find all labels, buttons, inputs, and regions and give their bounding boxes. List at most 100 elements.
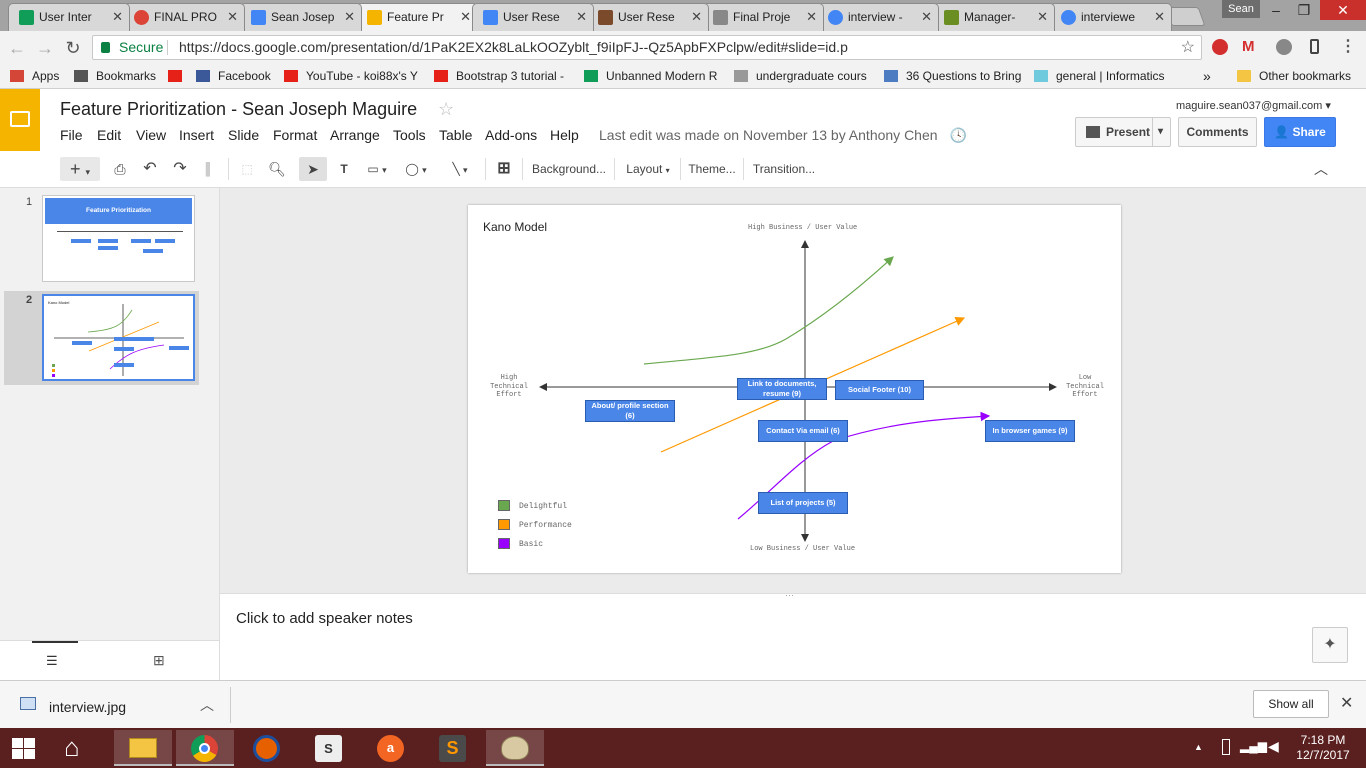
slack-taskbar-icon[interactable]: S	[300, 730, 358, 766]
browser-tab[interactable]: interview - ✕	[817, 3, 939, 31]
extension-icon[interactable]	[1276, 39, 1292, 55]
feature-box-link[interactable]: Link to documents, resume (9)	[737, 378, 827, 400]
theme-button[interactable]: Theme...	[686, 157, 738, 181]
browser-tab[interactable]: Final Proje ✕	[702, 3, 824, 31]
menu-item[interactable]: Add-ons	[485, 127, 537, 143]
browser-tab[interactable]: Sean Josep ✕	[240, 3, 362, 31]
browser-tab[interactable]: Manager- ✕	[933, 3, 1055, 31]
bookmark-item[interactable]: undergraduate cours	[734, 64, 874, 88]
feature-box-browser-games[interactable]: In browser games (9)	[985, 420, 1075, 442]
feature-box-about[interactable]: About/ profile section (6)	[585, 400, 675, 422]
forward-icon[interactable]: →	[34, 37, 56, 59]
close-tab-icon[interactable]: ✕	[227, 4, 238, 30]
clock[interactable]: 7:18 PM 12/7/2017	[1292, 733, 1354, 763]
avast-icon[interactable]: a	[362, 730, 420, 766]
menu-item[interactable]: Slide	[228, 127, 259, 143]
redo-icon[interactable]: ↷	[168, 157, 192, 181]
maximize-icon[interactable]: ❐	[1290, 0, 1318, 20]
close-tab-icon[interactable]: ✕	[112, 4, 123, 30]
bookmark-item[interactable]: Apps	[10, 64, 72, 88]
bookmark-item[interactable]: Bootstrap 3 tutorial -	[434, 64, 574, 88]
download-options-chevron-icon[interactable]: ︿	[200, 695, 214, 715]
bookmark-item[interactable]: Unbanned Modern R	[584, 64, 724, 88]
new-slide-button[interactable]: + ▾	[60, 157, 100, 181]
minimize-icon[interactable]: –	[1262, 0, 1290, 20]
browser-tab[interactable]: Feature Pr ✕	[356, 3, 478, 31]
select-cursor-icon[interactable]: ➤	[299, 157, 327, 181]
volume-icon[interactable]: ◀	[1268, 738, 1279, 755]
browser-tab[interactable]: interviewe ✕	[1050, 3, 1172, 31]
image-icon[interactable]: ▭ ▾	[360, 157, 394, 181]
close-tab-icon[interactable]: ✕	[1037, 4, 1048, 30]
menu-item[interactable]: Edit	[97, 127, 121, 143]
close-tab-icon[interactable]: ✕	[576, 4, 587, 30]
browser-tab[interactable]: User Inter ✕	[8, 3, 130, 31]
transition-button[interactable]: Transition...	[750, 157, 818, 181]
star-icon[interactable]: ☆	[438, 99, 454, 120]
close-tab-icon[interactable]: ✕	[691, 4, 702, 30]
present-dropdown-icon[interactable]: ▾	[1158, 118, 1163, 146]
close-tab-icon[interactable]: ✕	[921, 4, 932, 30]
bookmark-item[interactable]: Bookmarks	[74, 64, 164, 88]
profile-button[interactable]: Sean	[1222, 0, 1260, 18]
url-text[interactable]: https://docs.google.com/presentation/d/1…	[179, 36, 848, 59]
home-icon[interactable]: ⌂	[64, 732, 80, 763]
speaker-notes-placeholder[interactable]: Click to add speaker notes	[236, 610, 413, 627]
paint-format-icon[interactable]: ▌	[198, 157, 222, 181]
speaker-notes-panel[interactable]: ··· Click to add speaker notes ✦	[220, 590, 1366, 680]
close-tab-icon[interactable]: ✕	[344, 4, 355, 30]
other-bookmarks[interactable]: Other bookmarks	[1237, 64, 1365, 88]
document-title[interactable]: Feature Prioritization - Sean Joseph Mag…	[60, 99, 417, 120]
feature-box-social[interactable]: Social Footer (10)	[835, 380, 924, 400]
layout-button[interactable]: Layout ▾	[622, 157, 674, 181]
cast-icon[interactable]	[1310, 39, 1319, 54]
sublime-text-icon[interactable]: S	[424, 730, 482, 766]
battery-icon[interactable]	[1222, 739, 1230, 755]
notes-resize-handle[interactable]: ···	[785, 590, 794, 600]
print-icon[interactable]: ⎙	[108, 157, 132, 181]
reload-icon[interactable]: ↻	[62, 37, 84, 59]
menu-item[interactable]: Insert	[179, 127, 214, 143]
download-filename[interactable]: interview.jpg	[49, 699, 126, 715]
bookmark-item[interactable]: 36 Questions to Bring	[884, 64, 1024, 88]
gmail-extension-icon[interactable]: M	[1242, 38, 1255, 55]
account-email[interactable]: maguire.sean037@gmail.com ▾	[1176, 99, 1331, 112]
close-window-icon[interactable]: ✕	[1320, 0, 1366, 20]
grid-view-icon[interactable]: ⊞	[153, 652, 165, 669]
bookmark-item[interactable]: YouTube - koi88x's Y	[284, 64, 424, 88]
close-tab-icon[interactable]: ✕	[806, 4, 817, 30]
back-icon[interactable]: ←	[6, 37, 28, 59]
chrome-taskbar-icon[interactable]	[176, 730, 234, 766]
show-hidden-icons[interactable]: ▲	[1194, 742, 1203, 752]
insert-comment-icon[interactable]: ⊞	[492, 157, 516, 181]
bookmarks-overflow[interactable]: »	[1203, 64, 1217, 88]
slide-canvas[interactable]: Kano Model High Business / User Value Lo…	[468, 205, 1121, 573]
menu-item[interactable]: Tools	[393, 127, 426, 143]
show-all-button[interactable]: Show all	[1253, 690, 1329, 718]
firefox-icon[interactable]	[238, 730, 296, 766]
background-button[interactable]: Background...	[530, 157, 608, 181]
zoom-icon[interactable]: 🔍︎	[265, 157, 289, 181]
bookmark-star-icon[interactable]: ☆	[1181, 36, 1195, 59]
opera-extension-icon[interactable]	[1212, 39, 1228, 55]
close-tab-icon[interactable]: ✕	[460, 4, 471, 30]
share-button[interactable]: 👤 Share	[1264, 117, 1336, 147]
address-bar[interactable]: Secure https://docs.google.com/presentat…	[92, 35, 1202, 60]
filmstrip-view-icon[interactable]: ☰	[46, 653, 58, 669]
feature-box-contact[interactable]: Contact Via email (6)	[758, 420, 848, 442]
text-box-icon[interactable]: T	[332, 157, 356, 181]
slide-thumbnail-1[interactable]: Feature Prioritization	[42, 195, 195, 282]
comments-button[interactable]: Comments	[1178, 117, 1257, 147]
menu-item[interactable]: View	[136, 127, 166, 143]
bookmark-item[interactable]: Facebook	[196, 64, 278, 88]
browser-tab[interactable]: FINAL PRO ✕	[123, 3, 245, 31]
menu-item[interactable]: Table	[439, 127, 472, 143]
bookmark-item[interactable]: general | Informatics	[1034, 64, 1174, 88]
menu-item[interactable]: Arrange	[330, 127, 380, 143]
shape-icon[interactable]: ◯ ▾	[398, 157, 434, 181]
menu-item[interactable]: Help	[550, 127, 579, 143]
windows-start-icon[interactable]	[12, 738, 36, 760]
explore-icon[interactable]: ✦	[1312, 627, 1348, 663]
chrome-menu-icon[interactable]: ⋮	[1340, 36, 1356, 56]
browser-tab[interactable]: User Rese ✕	[587, 3, 709, 31]
